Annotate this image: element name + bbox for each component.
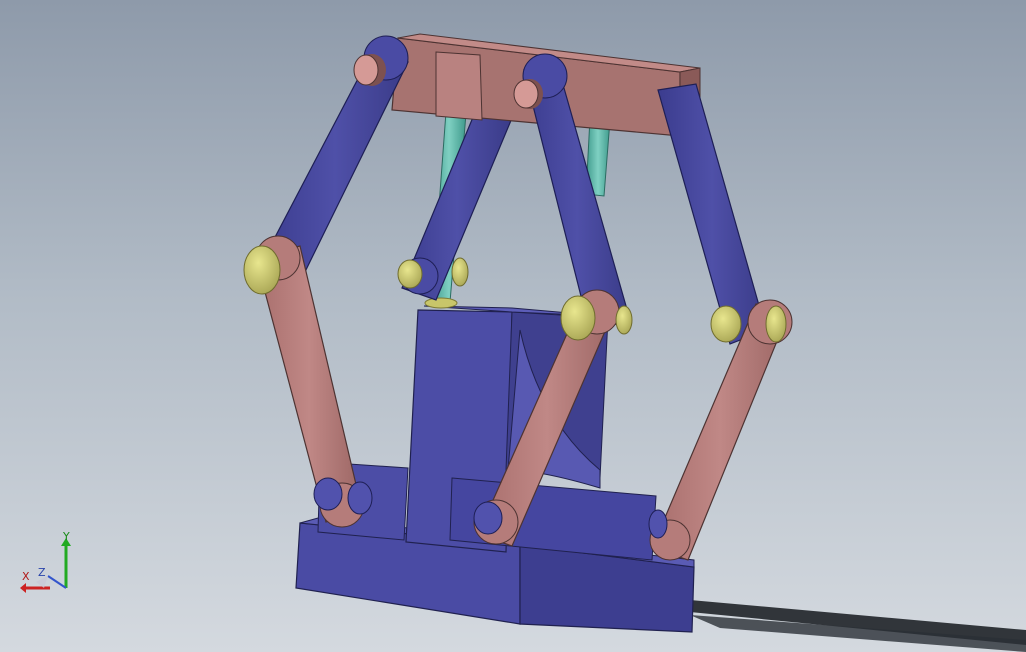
pin-top-left[interactable] xyxy=(353,54,386,86)
y-axis-label: Y xyxy=(62,530,70,543)
z-axis-icon xyxy=(47,575,67,589)
z-axis-label: Z xyxy=(38,566,46,579)
mechanism-assembly-view[interactable] xyxy=(0,0,1026,652)
pin-bottom-center[interactable] xyxy=(473,501,503,535)
ground-shadow xyxy=(690,600,1026,652)
x-arrow-icon xyxy=(20,583,26,593)
cad-viewport[interactable]: X Y Z xyxy=(0,0,1026,652)
pin-mid-rear[interactable] xyxy=(397,257,469,295)
orientation-triad: X Y Z xyxy=(20,530,71,593)
pin-top-center[interactable] xyxy=(513,79,543,109)
pin-bottom-right[interactable] xyxy=(648,509,668,539)
x-axis-label: X xyxy=(22,570,30,583)
pin-mid-left[interactable] xyxy=(243,245,281,295)
blue-link-upper-right[interactable] xyxy=(657,83,767,345)
